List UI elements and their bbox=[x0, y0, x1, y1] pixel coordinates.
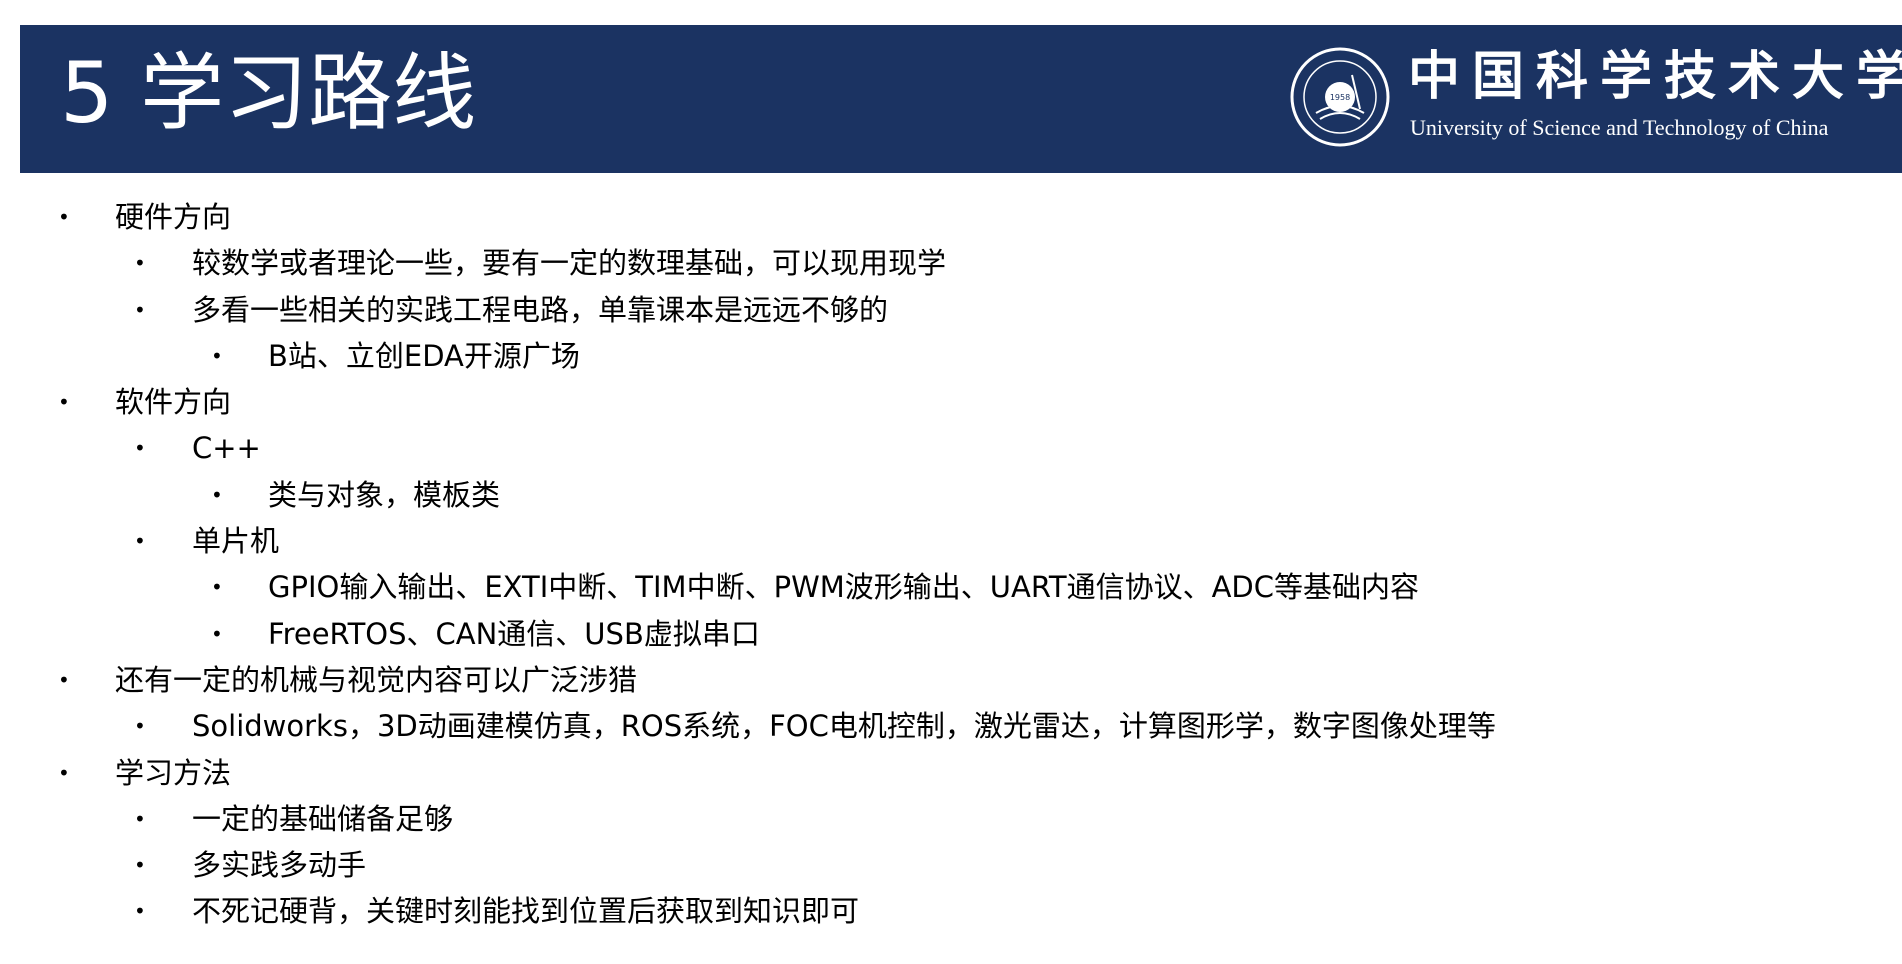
bullet-icon: • bbox=[211, 575, 223, 600]
list-item-text: 单片机 bbox=[192, 524, 280, 559]
university-name-en: University of Science and Technology of … bbox=[1410, 115, 1829, 140]
list-item: • 软件方向 bbox=[0, 379, 1902, 425]
bullet-icon: • bbox=[211, 482, 223, 507]
list-item-text: 一定的基础储备足够 bbox=[192, 801, 454, 836]
list-item-text: 较数学或者理论一些，要有一定的数理基础，可以现用现学 bbox=[192, 246, 947, 281]
university-logo: 1958 中国科学技术大学 University of Science and … bbox=[1290, 43, 1902, 153]
list-item-text: FreeRTOS、CAN通信、USB虚拟串口 bbox=[268, 616, 760, 651]
list-item: • FreeRTOS、CAN通信、USB虚拟串口 bbox=[0, 611, 1902, 657]
list-item: • 较数学或者理论一些，要有一定的数理基础，可以现用现学 bbox=[0, 240, 1902, 286]
list-item: • B站、立创EDA开源广场 bbox=[0, 333, 1902, 379]
list-item: • 还有一定的机械与视觉内容可以广泛涉猎 bbox=[0, 657, 1902, 703]
header-banner: 5 学习路线 1958 中国科学技术大学 University of Scien… bbox=[20, 25, 1902, 173]
list-item: • 单片机 bbox=[0, 518, 1902, 564]
bullet-icon: • bbox=[134, 806, 146, 831]
bullet-icon: • bbox=[211, 343, 223, 368]
bullet-icon: • bbox=[58, 205, 70, 229]
list-item-text: 硬件方向 bbox=[115, 200, 232, 234]
bullet-icon: • bbox=[58, 760, 70, 785]
university-seal-icon: 1958 bbox=[1290, 47, 1390, 147]
list-item-text: 软件方向 bbox=[115, 385, 232, 420]
bullet-icon: • bbox=[134, 251, 146, 276]
list-item: • 一定的基础储备足够 bbox=[0, 796, 1902, 842]
list-item-text: C++ bbox=[192, 431, 261, 466]
list-item: • 类与对象，模板类 bbox=[0, 472, 1902, 518]
bullet-icon: • bbox=[134, 436, 146, 461]
bullet-icon: • bbox=[211, 621, 223, 646]
bullet-icon: • bbox=[58, 390, 70, 415]
list-item-text: 多看一些相关的实践工程电路，单靠课本是远远不够的 bbox=[192, 292, 889, 327]
list-item-text: 学习方法 bbox=[115, 755, 232, 790]
list-item: • 多实践多动手 bbox=[0, 842, 1902, 888]
bullet-list: • 硬件方向 • 较数学或者理论一些，要有一定的数理基础，可以现用现学 • 多看一些相关的… bbox=[0, 194, 1902, 935]
seal-year: 1958 bbox=[1330, 93, 1350, 102]
list-item: • 不死记硬背，关键时刻能找到位置后获取到知识即可 bbox=[0, 888, 1902, 934]
slide-title: 5 学习路线 bbox=[60, 44, 477, 142]
list-item: • C++ bbox=[0, 425, 1902, 471]
list-item-text: 不死记硬背，关键时刻能找到位置后获取到知识即可 bbox=[192, 894, 860, 929]
list-item-text: 类与对象，模板类 bbox=[268, 477, 501, 512]
list-item-text: Solidworks，3D动画建模仿真，ROS系统，FOC电机控制，激光雷达，计… bbox=[192, 709, 1496, 744]
bullet-icon: • bbox=[134, 529, 146, 554]
list-item: • 学习方法 bbox=[0, 750, 1902, 796]
list-item-text: B站、立创EDA开源广场 bbox=[268, 338, 580, 373]
bullet-icon: • bbox=[58, 667, 70, 692]
list-item: • Solidworks，3D动画建模仿真，ROS系统，FOC电机控制，激光雷达，… bbox=[0, 703, 1902, 749]
list-item-text: 还有一定的机械与视觉内容可以广泛涉猎 bbox=[115, 662, 638, 697]
bullet-icon: • bbox=[134, 714, 146, 739]
bullet-icon: • bbox=[134, 297, 146, 322]
list-item-text: 多实践多动手 bbox=[192, 848, 367, 883]
list-item: • 硬件方向 bbox=[0, 194, 1902, 240]
university-name-cn: 中国科学技术大学 bbox=[1408, 46, 1902, 107]
bullet-icon: • bbox=[134, 899, 146, 924]
list-item: • 多看一些相关的实践工程电路，单靠课本是远远不够的 bbox=[0, 287, 1902, 333]
bullet-icon: • bbox=[134, 853, 146, 878]
list-item: • GPIO输入输出、EXTI中断、TIM中断、PWM波形输出、UART通信协议、… bbox=[0, 564, 1902, 610]
list-item-text: GPIO输入输出、EXTI中断、TIM中断、PWM波形输出、UART通信协议、A… bbox=[268, 570, 1419, 605]
